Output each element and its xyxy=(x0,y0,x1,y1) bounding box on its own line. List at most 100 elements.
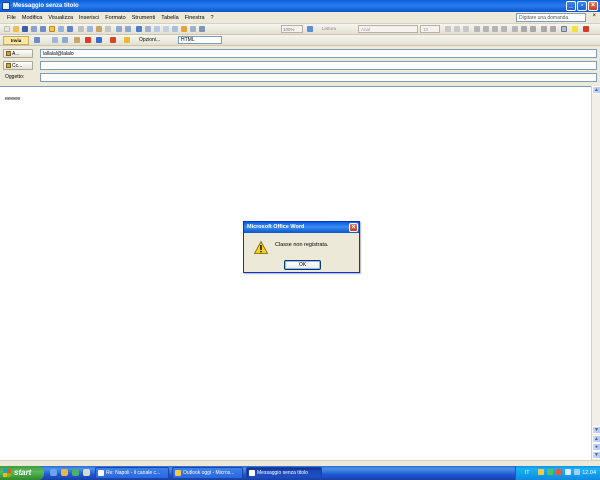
task-news[interactable]: Re: Napoli - il canale c... xyxy=(95,467,169,479)
bold-icon[interactable] xyxy=(445,26,451,32)
bullets-icon[interactable] xyxy=(530,26,536,32)
error-dialog: Microsoft Office Word × Classe non regis… xyxy=(243,221,360,273)
reading-button[interactable]: Lettura xyxy=(322,26,336,31)
cut-icon[interactable] xyxy=(78,26,84,32)
tray-icon-3[interactable] xyxy=(556,469,562,475)
mail-icon xyxy=(98,470,104,476)
close-button[interactable]: × xyxy=(588,1,598,11)
save-icon[interactable] xyxy=(22,26,28,32)
help-search-input[interactable]: Digitare una domanda. xyxy=(516,13,586,22)
menu-help[interactable]: ? xyxy=(208,15,217,21)
drawing-icon[interactable] xyxy=(181,26,187,32)
start-button[interactable]: start xyxy=(0,466,44,480)
print-preview-icon[interactable] xyxy=(49,26,55,32)
menu-strumenti[interactable]: Strumenti xyxy=(129,15,159,21)
menu-finestra[interactable]: Finestra xyxy=(182,15,208,21)
new-doc-icon[interactable] xyxy=(4,26,10,32)
browse-object-button[interactable]: ● xyxy=(592,443,600,451)
highlight-icon[interactable] xyxy=(572,26,578,32)
show-desktop-icon[interactable] xyxy=(83,469,90,476)
language-indicator[interactable]: IT xyxy=(525,468,529,478)
tray-icon-1[interactable] xyxy=(538,469,544,475)
hyperlink-icon[interactable] xyxy=(136,26,142,32)
open-folder-icon[interactable] xyxy=(13,26,19,32)
subject-row: Oggetto: xyxy=(0,72,600,83)
undo-icon[interactable] xyxy=(116,26,122,32)
network-icon[interactable] xyxy=(574,469,580,475)
format-painter-icon[interactable] xyxy=(105,26,111,32)
menu-formato[interactable]: Formato xyxy=(102,15,128,21)
insert-excel-icon[interactable] xyxy=(163,26,169,32)
menu-modifica[interactable]: Modifica xyxy=(19,15,45,21)
ok-button[interactable]: OK xyxy=(284,260,321,270)
border-icon[interactable] xyxy=(561,26,567,32)
font-color-icon[interactable] xyxy=(583,26,589,32)
message-body[interactable]: eeeee xyxy=(0,86,591,460)
justify-icon[interactable] xyxy=(501,26,507,32)
to-field[interactable]: lallalal@lalalo xyxy=(40,49,597,58)
tray-icon-2[interactable] xyxy=(547,469,553,475)
flag-icon[interactable] xyxy=(110,37,116,43)
permission-mail-icon[interactable] xyxy=(124,37,130,43)
spelling-icon[interactable] xyxy=(58,26,64,32)
next-page-button[interactable]: ▼ xyxy=(592,451,600,459)
italic-icon[interactable] xyxy=(454,26,460,32)
research-icon[interactable] xyxy=(67,26,73,32)
tables-borders-icon[interactable] xyxy=(145,26,151,32)
dialog-message: Classe non registrata. xyxy=(275,242,329,248)
attach-icon[interactable] xyxy=(74,37,80,43)
task-outlook[interactable]: Outlook oggi - Micros... xyxy=(172,467,243,479)
minimize-button[interactable]: _ xyxy=(566,1,576,11)
vertical-scrollbar[interactable]: ▲ ▼ ▲ ● ▼ xyxy=(591,86,600,460)
copy-icon[interactable] xyxy=(87,26,93,32)
task-message[interactable]: Messaggio senza titolo xyxy=(246,467,322,479)
menu-file[interactable]: File xyxy=(4,15,19,21)
outdent-icon[interactable] xyxy=(541,26,547,32)
indent-icon[interactable] xyxy=(550,26,556,32)
close-doc-icon[interactable]: × xyxy=(592,13,596,19)
paste-icon[interactable] xyxy=(96,26,102,32)
underline-icon[interactable] xyxy=(463,26,469,32)
media-player-icon[interactable] xyxy=(72,469,79,476)
permission-icon[interactable] xyxy=(31,26,37,32)
account-icon[interactable] xyxy=(34,37,40,43)
maximize-button[interactable]: ▫ xyxy=(577,1,587,11)
align-right-icon[interactable] xyxy=(492,26,498,32)
to-button[interactable]: A... xyxy=(3,49,33,58)
zoom-select[interactable]: 100% xyxy=(281,25,303,33)
importance-high-icon[interactable] xyxy=(85,37,91,43)
align-left-icon[interactable] xyxy=(474,26,480,32)
line-spacing-icon[interactable] xyxy=(512,26,518,32)
print-icon[interactable] xyxy=(40,26,46,32)
window-controls: _ ▫ × xyxy=(566,1,598,11)
importance-low-icon[interactable] xyxy=(96,37,102,43)
cc-field[interactable] xyxy=(40,61,597,70)
ie-icon[interactable] xyxy=(50,469,57,476)
help-icon[interactable] xyxy=(307,26,313,32)
menu-tabella[interactable]: Tabella xyxy=(158,15,181,21)
address-book-icon[interactable] xyxy=(52,37,58,43)
volume-icon[interactable] xyxy=(565,469,571,475)
cc-button[interactable]: Cc... xyxy=(3,61,33,70)
menu-inserisci[interactable]: Inserisci xyxy=(76,15,102,21)
document-map-icon[interactable] xyxy=(190,26,196,32)
font-select[interactable]: Arial xyxy=(358,25,418,33)
dialog-close-button[interactable]: × xyxy=(349,223,358,232)
check-names-icon[interactable] xyxy=(62,37,68,43)
scroll-up-button[interactable]: ▲ xyxy=(592,86,600,94)
subject-field[interactable] xyxy=(40,73,597,82)
font-size-select[interactable]: 10 xyxy=(420,25,440,33)
message-format-select[interactable]: HTML xyxy=(178,36,222,44)
menu-visualizza[interactable]: Visualizza xyxy=(45,15,76,21)
redo-icon[interactable] xyxy=(125,26,131,32)
outlook-quick-icon[interactable] xyxy=(61,469,68,476)
prev-page-button[interactable]: ▲ xyxy=(592,435,600,443)
columns-icon[interactable] xyxy=(172,26,178,32)
insert-table-icon[interactable] xyxy=(154,26,160,32)
align-center-icon[interactable] xyxy=(483,26,489,32)
options-button[interactable]: Opzioni... xyxy=(139,36,160,44)
show-hide-icon[interactable] xyxy=(199,26,205,32)
numbering-icon[interactable] xyxy=(521,26,527,32)
send-button[interactable]: Invia xyxy=(3,36,29,45)
scroll-down-button[interactable]: ▼ xyxy=(592,426,600,434)
